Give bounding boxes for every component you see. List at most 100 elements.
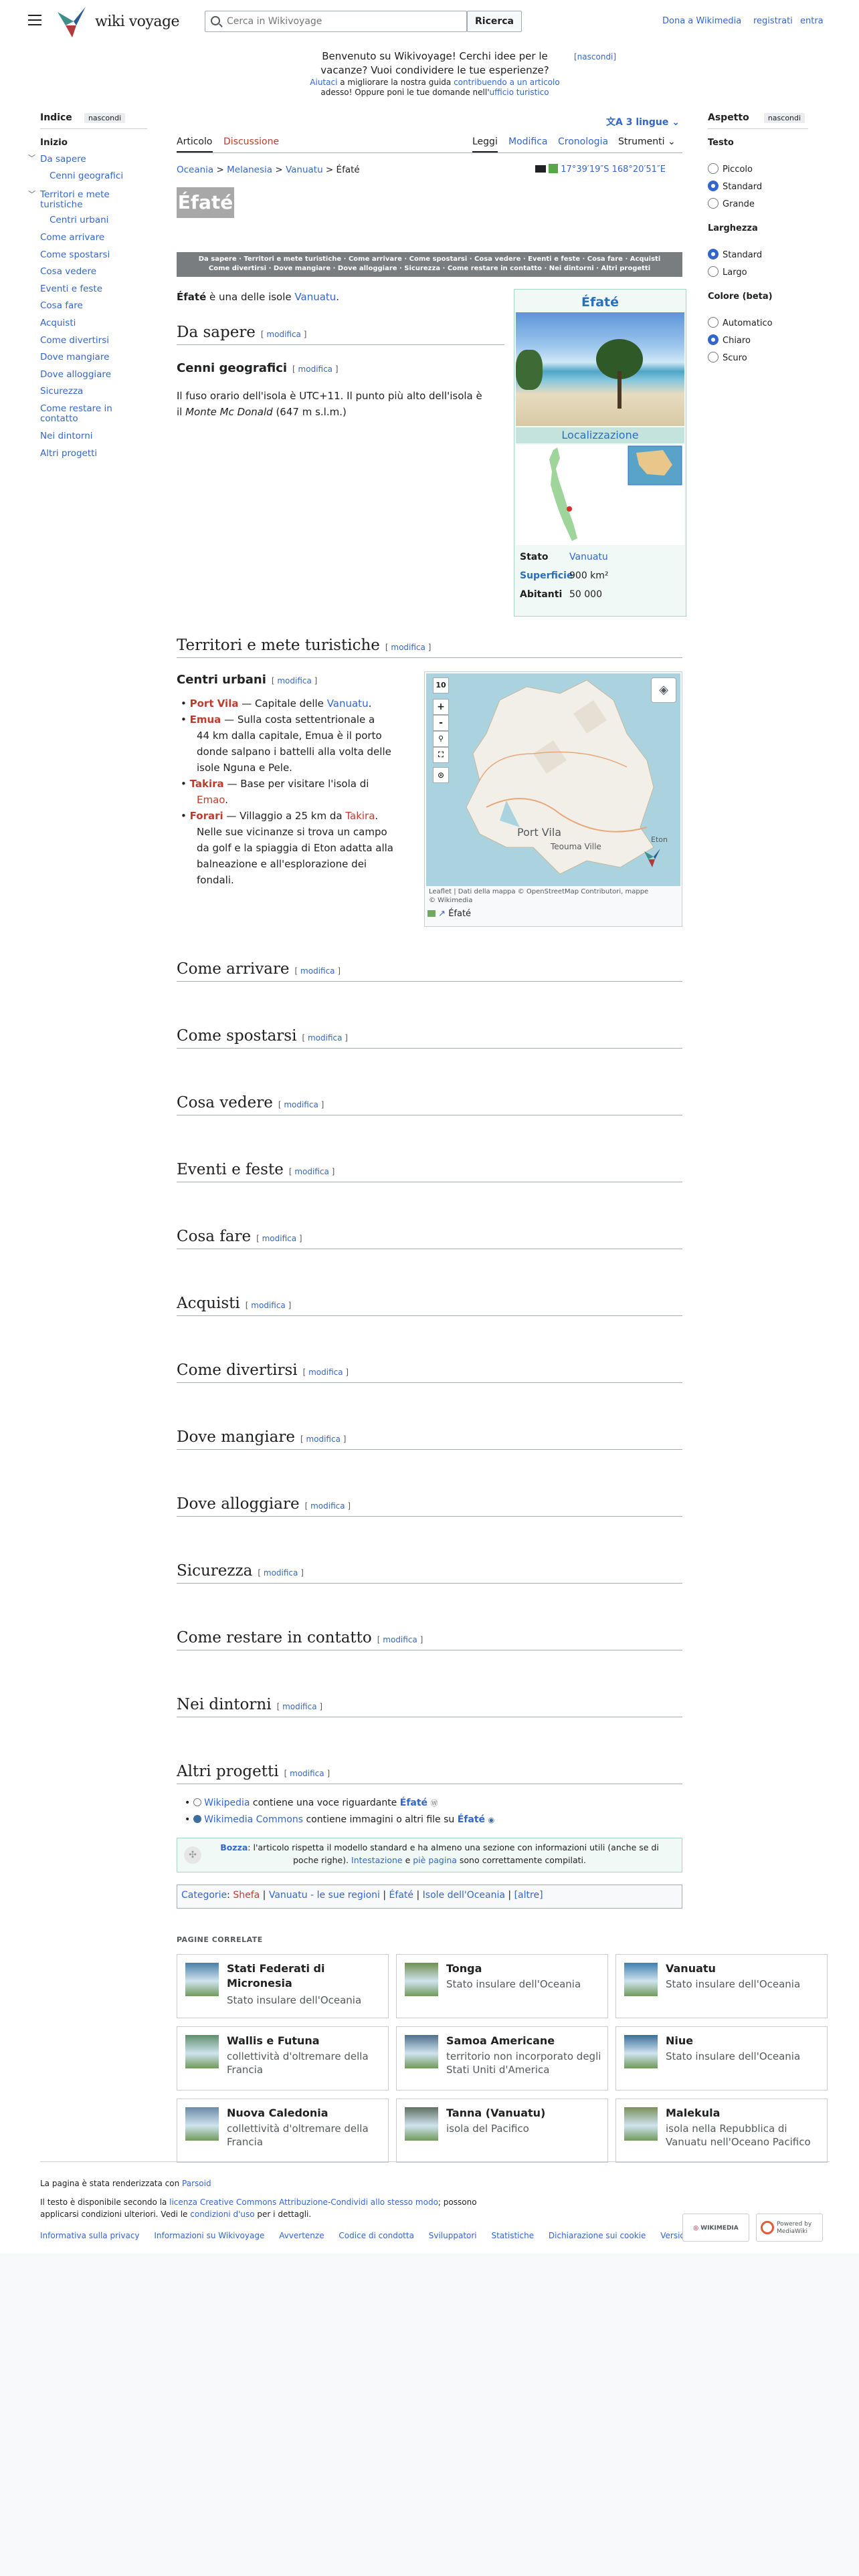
tab-history[interactable]: Cronologia [558,136,608,147]
toc-item-altri[interactable]: Altri progetti [40,449,97,459]
edit-link[interactable]: modifica [310,1501,345,1511]
edit-link[interactable]: modifica [284,1100,318,1109]
takira-link[interactable]: Takira [345,810,375,822]
city-link-emua[interactable]: Emua [190,714,221,726]
related-card[interactable]: Samoa Americane territorio non incorpora… [396,2026,608,2090]
menu-icon[interactable] [28,15,41,25]
toc-item-come-spostarsi[interactable]: Come spostarsi [40,250,110,260]
login-link[interactable]: entra [800,16,824,26]
breadcrumb-melanesia[interactable]: Melanesia [227,165,272,175]
related-card[interactable]: Nuova Caledonia collettività d'oltremare… [177,2099,389,2163]
section-navbar[interactable]: Da sapere · Territori e mete turistiche … [177,252,682,277]
toc-item-contatto[interactable]: Come restare in contatto [40,404,120,424]
footer-link[interactable]: piè pagina [413,1855,457,1865]
header-link[interactable]: Intestazione [351,1855,403,1865]
city-link-port-vila[interactable]: Port Vila [190,697,239,710]
toc-hide-button[interactable]: nascondi [84,113,126,123]
color-dark[interactable]: Scuro [708,352,747,363]
breadcrumb-oceania[interactable]: Oceania [177,165,213,175]
breadcrumb-vanuatu[interactable]: Vanuatu [286,165,323,175]
edit-link[interactable]: modifica [251,1301,286,1310]
radio-icon[interactable] [708,198,719,209]
zoom-out-button[interactable]: - [433,715,449,731]
city-link-forari[interactable]: Forari [190,810,223,822]
layers-icon[interactable]: ◈ [651,677,676,703]
toc-item-cenni-geografici[interactable]: Cenni geografici [50,171,123,181]
footer-link-about[interactable]: Informazioni su Wikivoyage [154,2231,264,2240]
toc-item-territori[interactable]: Territori e mete turistiche [40,190,127,210]
toc-item-cosa-fare[interactable]: Cosa fare [40,301,83,311]
related-card[interactable]: Malekula isola nella Repubblica di Vanua… [615,2099,828,2163]
tab-read[interactable]: Leggi [472,136,498,147]
wikipedia-link[interactable]: Wikipedia [204,1798,250,1808]
zoom-in-button[interactable]: + [433,699,449,715]
vanuatu-link[interactable]: Vanuatu [294,291,336,303]
radio-icon[interactable] [708,266,719,277]
dynamic-map[interactable]: Port Vila Teouma Ville Eton 10 + - ⚲ ⛶ ⊙… [424,671,682,927]
search-input[interactable] [225,14,426,29]
commons-category-link[interactable]: Éfaté [458,1814,485,1825]
color-auto[interactable]: Automatico [708,317,773,328]
tab-discussion[interactable]: Discussione [223,136,279,147]
edit-link[interactable]: modifica [277,676,312,685]
color-light[interactable]: Chiaro [708,334,751,346]
parsoid-link[interactable]: Parsoid [182,2179,211,2188]
width-standard[interactable]: Standard [708,249,762,260]
footer-link-conduct[interactable]: Codice di condotta [339,2231,414,2240]
radio-icon[interactable] [708,181,719,191]
text-size-standard[interactable]: Standard [708,181,762,192]
map-canvas[interactable]: Port Vila Teouma Ville Eton [426,673,680,886]
toc-item-da-sapere[interactable]: Da sapere [40,154,86,165]
wikipedia-article-link[interactable]: Éfaté [400,1798,427,1808]
fullscreen-icon[interactable]: ⛶ [433,747,449,763]
map-caption[interactable]: ↗ Éfaté [427,909,471,919]
tools-menu[interactable]: Strumenti ⌄ [618,136,676,147]
map-icon[interactable] [535,165,546,173]
route-icon[interactable]: ⚲ [433,731,449,747]
tourist-office-link[interactable]: ufficio turistico [490,88,549,97]
related-card[interactable]: Wallis e Futuna collettività d'oltremare… [177,2026,389,2090]
contribute-link[interactable]: contribuendo a un articolo [454,78,560,87]
city-link-takira[interactable]: Takira [190,778,224,790]
footer-link-cookies[interactable]: Dichiarazione sui cookie [549,2231,646,2240]
help-link[interactable]: Aiutaci [310,78,337,87]
category-isole-oceania[interactable]: Isole dell'Oceania [423,1890,505,1901]
category-vanuatu-regioni[interactable]: Vanuatu - le sue regioni [269,1890,380,1901]
edit-link[interactable]: modifica [282,1702,317,1711]
hide-notice-link[interactable]: [nascondi] [574,52,616,62]
appearance-hide-button[interactable]: nascondi [763,113,805,123]
commons-link[interactable]: Wikimedia Commons [204,1814,303,1825]
category-more[interactable]: [altre] [514,1890,543,1901]
related-card[interactable]: Tanna (Vanuatu) isola del Pacifico [396,2099,608,2163]
toc-item-dintorni[interactable]: Nei dintorni [40,431,93,441]
toc-item-come-arrivare[interactable]: Come arrivare [40,233,104,243]
locator-map[interactable] [516,445,684,545]
languages-button[interactable]: 文A 3 lingue ⌄ [606,115,680,128]
reset-icon[interactable]: ⊙ [433,767,449,783]
search-box[interactable] [205,11,467,32]
chevron-down-icon[interactable]: ﹀ [28,152,35,163]
coordinates[interactable]: 17°39′19″S 168°20′51″E [535,164,666,175]
edit-link[interactable]: modifica [300,966,335,976]
license-link[interactable]: licenza Creative Commons Attribuzione-Co… [169,2197,438,2207]
edit-link[interactable]: modifica [294,1167,329,1176]
toc-item-cosa-vedere[interactable]: Cosa vedere [40,267,96,277]
related-card[interactable]: Niue Stato insulare dell'Oceania [615,2026,828,2090]
related-card[interactable]: Vanuatu Stato insulare dell'Oceania [615,1954,828,2018]
text-size-small[interactable]: Piccolo [708,163,753,175]
radio-icon[interactable] [708,317,719,328]
toc-item-acquisti[interactable]: Acquisti [40,318,76,328]
radio-icon[interactable] [708,249,719,259]
related-card[interactable]: Stati Federati di Micronesia Stato insul… [177,1954,389,2018]
edit-link[interactable]: modifica [391,643,425,652]
category-shefa[interactable]: Shefa [233,1890,260,1901]
chevron-down-icon[interactable]: ﹀ [28,189,35,199]
edit-link[interactable]: modifica [262,1234,297,1243]
edit-link[interactable]: modifica [308,1033,343,1043]
toc-item-sicurezza[interactable]: Sicurezza [40,387,83,397]
width-wide[interactable]: Largo [708,266,747,278]
text-size-large[interactable]: Grande [708,198,755,209]
related-card[interactable]: Tonga Stato insulare dell'Oceania [396,1954,608,2018]
mediawiki-badge[interactable]: Powered by MediaWiki [756,2214,823,2242]
tab-article[interactable]: Articolo [177,136,212,147]
